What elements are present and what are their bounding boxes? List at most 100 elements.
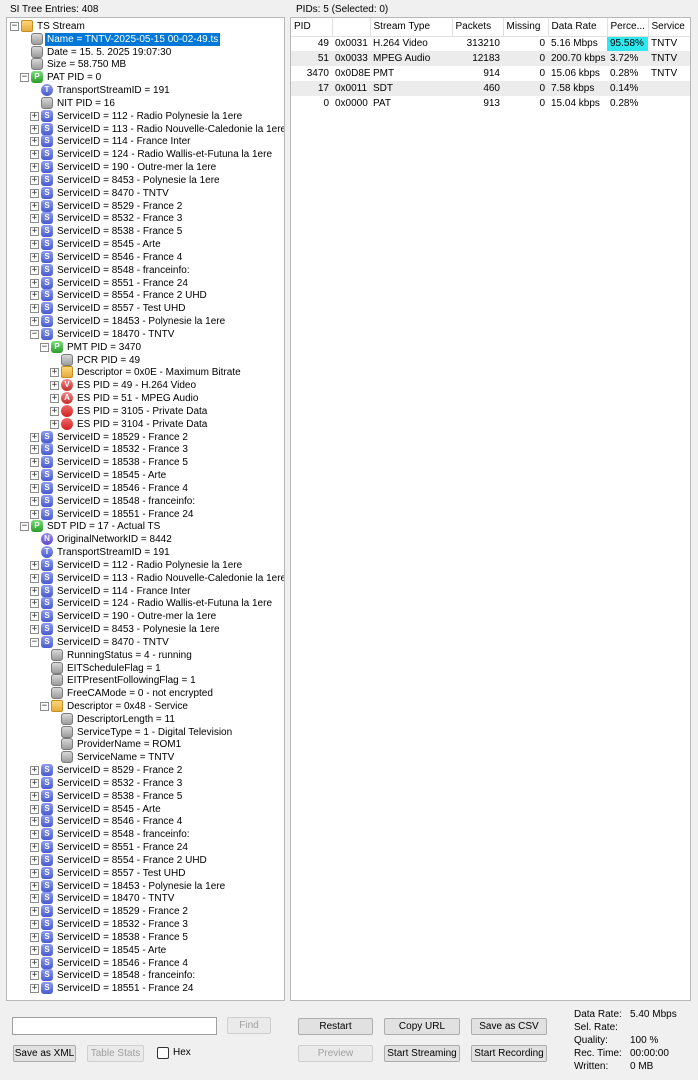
expand-icon[interactable]: + xyxy=(30,432,39,442)
tree-node[interactable]: + S ServiceID = 112 - Radio Polynesie la 1… xyxy=(7,109,284,123)
tree-node[interactable]: + S ServiceID = 18545 - Arte xyxy=(7,469,284,482)
tree-node[interactable]: + S ServiceID = 8548 - franceinfo: xyxy=(7,828,284,841)
tree-node[interactable]: − P PAT PID = 0 xyxy=(7,71,284,84)
tree-node[interactable]: + S ServiceID = 190 - Outre-mer la 1ere xyxy=(7,610,284,623)
collapse-icon[interactable]: − xyxy=(30,329,39,339)
tree-node[interactable]: − Descriptor = 0x48 - Service xyxy=(7,699,284,713)
tree-node[interactable]: + S ServiceID = 8470 - TNTV xyxy=(7,186,284,200)
expand-icon[interactable]: + xyxy=(30,483,39,493)
expand-icon[interactable]: + xyxy=(30,573,39,583)
expand-icon[interactable]: + xyxy=(30,984,39,994)
save-as-csv-button[interactable]: Save as CSV xyxy=(471,1018,547,1035)
tree-node[interactable]: + S ServiceID = 124 - Radio Wallis-et-Futu… xyxy=(7,597,284,610)
tree-node[interactable]: + S ServiceID = 18546 - France 4 xyxy=(7,481,284,495)
tree-node[interactable]: + S ServiceID = 124 - Radio Wallis-et-Futu… xyxy=(7,148,284,161)
expand-icon[interactable]: + xyxy=(30,766,39,776)
collapse-icon[interactable]: − xyxy=(10,22,19,31)
expand-icon[interactable]: + xyxy=(30,971,39,981)
expand-icon[interactable]: + xyxy=(30,599,39,609)
tree-node[interactable]: EITScheduleFlag = 1 xyxy=(7,661,284,675)
expand-icon[interactable]: + xyxy=(30,817,39,827)
expand-icon[interactable]: + xyxy=(30,791,39,801)
expand-icon[interactable]: + xyxy=(30,214,39,224)
collapse-icon[interactable]: − xyxy=(30,637,39,647)
tree-node[interactable]: + S ServiceID = 8551 - France 24 xyxy=(7,841,284,854)
tree-node[interactable]: + S ServiceID = 112 - Radio Polynesie la 1… xyxy=(7,558,284,572)
tree-node[interactable]: + S ServiceID = 18532 - France 3 xyxy=(7,443,284,456)
expand-icon[interactable]: + xyxy=(30,868,39,878)
tree-node[interactable]: − TS Stream xyxy=(7,20,284,33)
tree-node[interactable]: EITPresentFollowingFlag = 1 xyxy=(7,674,284,687)
tree-node[interactable]: + S ServiceID = 8548 - franceinfo: xyxy=(7,263,284,277)
copy-url-button[interactable]: Copy URL xyxy=(384,1018,460,1035)
pid-row[interactable]: 17 0x0011 SDT 460 0 7.58 kbps 0.14% xyxy=(291,81,690,96)
expand-icon[interactable]: + xyxy=(30,150,39,160)
expand-icon[interactable]: + xyxy=(30,458,39,468)
tree-node[interactable]: + S ServiceID = 113 - Radio Nouvelle-Caled… xyxy=(7,122,284,136)
tree-node[interactable]: + ES PID = 3105 - Private Data xyxy=(7,404,284,418)
start-streaming-button[interactable]: Start Streaming xyxy=(384,1045,460,1062)
column-header[interactable]: Service xyxy=(648,18,690,37)
tree-node[interactable]: + S ServiceID = 190 - Outre-mer la 1ere xyxy=(7,161,284,174)
tree-node[interactable]: + S ServiceID = 8453 - Polynesie la 1ere xyxy=(7,173,284,187)
expand-icon[interactable]: + xyxy=(30,778,39,788)
tree-node[interactable]: NIT PID = 16 xyxy=(7,96,284,110)
tree-node[interactable]: + S ServiceID = 18532 - France 3 xyxy=(7,918,284,931)
tree-node[interactable]: + S ServiceID = 18551 - France 24 xyxy=(7,507,284,521)
expand-icon[interactable]: + xyxy=(30,881,39,891)
expand-icon[interactable]: + xyxy=(50,406,59,416)
tree-node[interactable]: ServiceName = TNTV xyxy=(7,751,284,764)
column-header[interactable]: Stream Type xyxy=(370,18,453,37)
restart-button[interactable]: Restart xyxy=(298,1018,373,1035)
find-button[interactable]: Find xyxy=(227,1017,271,1034)
collapse-icon[interactable]: − xyxy=(40,342,49,352)
tree-node[interactable]: + S ServiceID = 8557 - Test UHD xyxy=(7,302,284,315)
pid-row[interactable]: 51 0x0033 MPEG Audio 12183 0 200.70 kbps 3.72%… xyxy=(291,51,690,66)
tree-node[interactable]: N OriginalNetworkID = 8442 xyxy=(7,533,284,546)
tree-node[interactable]: + S ServiceID = 8529 - France 2 xyxy=(7,199,284,213)
table-stats-button[interactable]: Table Stats xyxy=(87,1045,144,1062)
preview-button[interactable]: Preview xyxy=(298,1045,373,1062)
tree-node[interactable]: + S ServiceID = 18548 - franceinfo: xyxy=(7,494,284,508)
tree-node[interactable]: + S ServiceID = 18546 - France 4 xyxy=(7,956,284,970)
collapse-icon[interactable]: − xyxy=(20,522,29,532)
expand-icon[interactable]: + xyxy=(30,445,39,455)
expand-icon[interactable]: + xyxy=(30,496,39,506)
tree-node[interactable]: ProviderName = ROM1 xyxy=(7,738,284,751)
save-as-xml-button[interactable]: Save as XML xyxy=(13,1045,76,1062)
expand-icon[interactable]: + xyxy=(30,111,39,121)
expand-icon[interactable]: + xyxy=(30,124,39,134)
expand-icon[interactable]: + xyxy=(30,855,39,865)
tree-node[interactable]: + S ServiceID = 18453 - Polynesie la 1ere xyxy=(7,879,284,893)
tree-node[interactable]: + A ES PID = 51 - MPEG Audio xyxy=(7,392,284,405)
expand-icon[interactable]: + xyxy=(30,560,39,570)
expand-icon[interactable]: + xyxy=(30,625,39,634)
tree-node[interactable]: + S ServiceID = 18529 - France 2 xyxy=(7,430,284,444)
expand-icon[interactable]: + xyxy=(30,175,39,185)
start-recording-button[interactable]: Start Recording xyxy=(471,1045,547,1062)
column-header[interactable]: Perce... xyxy=(607,18,649,37)
tree-node[interactable]: + S ServiceID = 8551 - France 24 xyxy=(7,276,284,290)
tree-node[interactable]: T TransportStreamID = 191 xyxy=(7,546,284,559)
tree-node[interactable]: + S ServiceID = 8532 - France 3 xyxy=(7,776,284,790)
tree-node[interactable]: + V ES PID = 49 - H.264 Video xyxy=(7,379,284,392)
tree-node[interactable]: + S ServiceID = 8453 - Polynesie la 1ere xyxy=(7,623,284,636)
tree-node[interactable]: Name = TNTV-2025-05-15 00-02-49.ts xyxy=(7,32,284,46)
tree-node[interactable]: + Descriptor = 0x0E - Maximum Bitrate xyxy=(7,366,284,379)
expand-icon[interactable]: + xyxy=(30,932,39,942)
expand-icon[interactable]: + xyxy=(50,394,59,404)
tree-node[interactable]: + S ServiceID = 114 - France Inter xyxy=(7,135,284,148)
tree-node[interactable]: + S ServiceID = 18529 - France 2 xyxy=(7,905,284,918)
expand-icon[interactable]: + xyxy=(30,278,39,288)
expand-icon[interactable]: + xyxy=(30,894,39,904)
column-header[interactable] xyxy=(332,18,371,37)
expand-icon[interactable]: + xyxy=(30,137,39,147)
expand-icon[interactable]: + xyxy=(30,958,39,968)
expand-icon[interactable]: + xyxy=(30,188,39,198)
column-header[interactable]: PID xyxy=(291,18,333,37)
tree-node[interactable]: + S ServiceID = 8546 - France 4 xyxy=(7,815,284,828)
pid-row[interactable]: 3470 0x0D8E PMT 914 0 15.06 kbps 0.28% TNTV xyxy=(291,66,690,81)
expand-icon[interactable]: + xyxy=(30,317,39,327)
tree-node[interactable]: + S ServiceID = 8554 - France 2 UHD xyxy=(7,289,284,302)
search-input[interactable] xyxy=(12,1017,217,1035)
